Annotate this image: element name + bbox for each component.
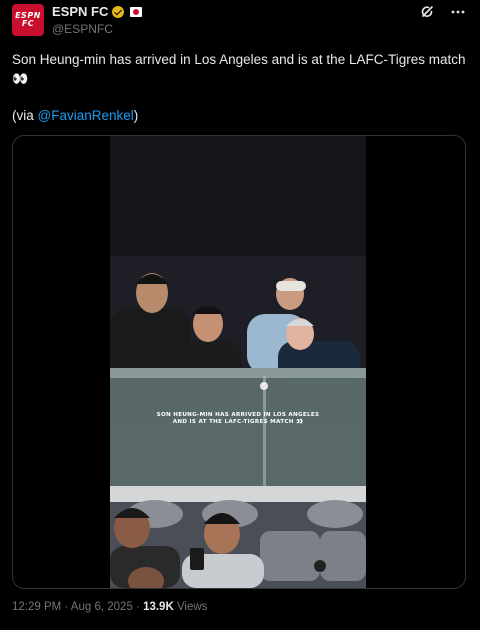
handle[interactable]: @ESPNFC [52, 22, 113, 36]
avatar-text-bottom: FC [21, 19, 35, 28]
video-caption: SON HEUNG-MIN HAS ARRIVED IN LOS ANGELES… [122, 412, 354, 426]
views-count: 13.9K [143, 601, 174, 613]
top-actions [420, 4, 466, 20]
grok-icon[interactable] [420, 4, 436, 20]
avatar[interactable]: ESPN FC [12, 4, 44, 36]
tweet-timestamp[interactable]: 12:29 PM · Aug 6, 2025 · [12, 601, 143, 613]
more-icon[interactable] [450, 4, 466, 20]
via-link[interactable]: @FavianRenkel [38, 108, 134, 123]
caption-line-2: AND IS AT THE LAFC-TIGRES MATCH 👀 [172, 419, 304, 425]
verified-badge-icon[interactable] [112, 5, 125, 18]
tweet-text: Son Heung-min has arrived in Los Angeles… [12, 50, 472, 88]
affiliate-flag-icon[interactable] [130, 6, 143, 17]
via-line: (via @FavianRenkel) [12, 108, 138, 123]
video-frame-illustration [110, 136, 366, 588]
views-label: Views [173, 601, 208, 613]
display-name[interactable]: ESPN FC [52, 4, 108, 19]
via-prefix: (via [12, 108, 38, 123]
eyes-emoji: 👀 [12, 71, 30, 86]
via-suffix: ) [133, 108, 139, 123]
name-row: ESPN FC [52, 4, 143, 19]
video-player[interactable]: SON HEUNG-MIN HAS ARRIVED IN LOS ANGELES… [110, 136, 366, 588]
caption-line-1: SON HEUNG-MIN HAS ARRIVED IN LOS ANGELES [156, 412, 320, 418]
media-container[interactable]: SON HEUNG-MIN HAS ARRIVED IN LOS ANGELES… [12, 135, 466, 589]
tweet-body: Son Heung-min has arrived in Los Angeles… [12, 52, 466, 67]
tweet-footer: 12:29 PM · Aug 6, 2025 · 13.9K Views [12, 601, 207, 613]
